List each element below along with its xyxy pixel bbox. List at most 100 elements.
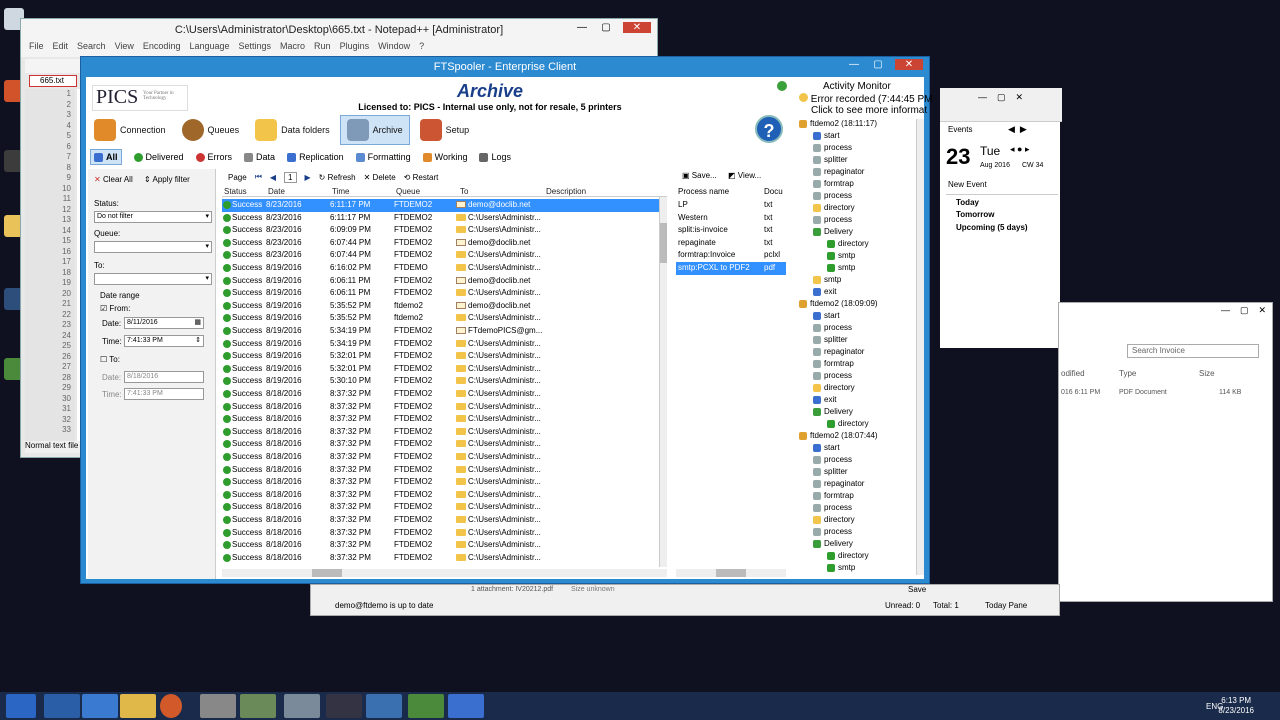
save-button[interactable]: ▣ Save... <box>682 171 717 180</box>
filter-working[interactable]: Working <box>422 149 467 165</box>
table-row[interactable]: Success 8/23/2016 6:07:44 PM FTDEMO2 demo@do… <box>222 237 659 250</box>
table-row[interactable]: Success 8/18/2016 8:37:32 PM FTDEMO2 C:\User… <box>222 552 659 565</box>
taskbar-notepadpp-icon[interactable] <box>408 694 444 718</box>
table-row[interactable]: Success 8/19/2016 5:32:01 PM FTDEMO2 C:\User… <box>222 363 659 376</box>
tree-node[interactable]: formtrap <box>813 491 854 500</box>
minimize-icon[interactable]: — <box>847 59 861 70</box>
menu-file[interactable]: File <box>29 41 44 51</box>
process-hscroll[interactable] <box>676 569 786 577</box>
tree-node[interactable]: smtp <box>813 275 841 284</box>
tree-node[interactable]: ftdemo2 (18:11:17) <box>799 119 877 128</box>
from-date-input[interactable]: 8/11/2016 ▦ <box>124 317 204 329</box>
taskbar-explorer-icon[interactable] <box>120 694 156 718</box>
new-event-button[interactable]: New Event <box>948 180 987 189</box>
from-checkbox[interactable]: ☑ From: <box>100 304 130 313</box>
filter-data[interactable]: Data <box>244 149 275 165</box>
page-next-icon[interactable]: ▶ <box>305 173 311 182</box>
to-checkbox[interactable]: ☐ To: <box>100 355 120 364</box>
tree-node[interactable]: process <box>813 371 852 380</box>
explorer-search-input[interactable]: Search Invoice <box>1127 344 1259 358</box>
tree-node[interactable]: process <box>813 191 852 200</box>
table-row[interactable]: Success 8/19/2016 5:35:52 PM ftdemo2 C:\User… <box>222 312 659 325</box>
table-row[interactable]: Success 8/19/2016 5:32:01 PM FTDEMO2 C:\User… <box>222 350 659 363</box>
minimize-icon[interactable]: — <box>575 22 589 33</box>
tree-node[interactable]: formtrap <box>813 179 854 188</box>
menu-help[interactable]: ? <box>419 41 424 51</box>
maximize-icon[interactable]: ▢ <box>997 92 1006 103</box>
col-to[interactable]: To <box>460 187 468 196</box>
close-icon[interactable]: ✕ <box>895 59 923 70</box>
menu-macro[interactable]: Macro <box>280 41 305 51</box>
close-icon[interactable]: ✕ <box>1258 305 1266 316</box>
taskbar-app-icon[interactable] <box>240 694 276 718</box>
view-button[interactable]: ◩ View... <box>728 171 761 180</box>
tree-node[interactable]: directory <box>813 203 855 212</box>
col-queue[interactable]: Queue <box>396 187 420 196</box>
taskbar-app-icon[interactable] <box>284 694 320 718</box>
maximize-icon[interactable]: ▢ <box>599 22 613 33</box>
today-pane-button[interactable]: Today Pane <box>985 601 1027 610</box>
page-prev-icon[interactable]: ◀ <box>270 173 276 182</box>
taskbar-powershell-icon[interactable] <box>82 694 118 718</box>
tree-node[interactable]: directory <box>813 383 855 392</box>
page-input[interactable]: 1 <box>284 171 297 183</box>
col-type[interactable]: Type <box>1119 369 1136 378</box>
tree-node[interactable]: smtp <box>827 251 855 260</box>
table-row[interactable]: Success 8/19/2016 5:35:52 PM ftdemo2 demo@do… <box>222 300 659 313</box>
table-row[interactable]: Success 8/18/2016 8:37:32 PM FTDEMO2 C:\User… <box>222 476 659 489</box>
to-select[interactable]: ▾ <box>94 273 212 285</box>
tree-node[interactable]: directory <box>827 419 869 428</box>
table-row[interactable]: Success 8/18/2016 8:37:32 PM FTDEMO2 C:\User… <box>222 451 659 464</box>
col-process-name[interactable]: Process name <box>678 187 729 196</box>
taskbar-firefox-icon[interactable] <box>160 694 182 718</box>
tree-node[interactable]: process <box>813 143 852 152</box>
tree-node[interactable]: directory <box>827 551 869 560</box>
maximize-icon[interactable]: ▢ <box>871 59 885 70</box>
tree-node[interactable]: ftdemo2 (18:09:09) <box>799 299 878 308</box>
table-row[interactable]: Success 8/18/2016 8:37:32 PM FTDEMO2 C:\User… <box>222 514 659 527</box>
table-row[interactable]: Success 8/18/2016 8:37:32 PM FTDEMO2 C:\User… <box>222 527 659 540</box>
filter-errors[interactable]: Errors <box>195 149 232 165</box>
menu-settings[interactable]: Settings <box>239 41 272 51</box>
taskbar-server-manager-icon[interactable] <box>44 694 80 718</box>
menu-window[interactable]: Window <box>378 41 410 51</box>
table-row[interactable]: Success 8/18/2016 8:37:32 PM FTDEMO2 C:\User… <box>222 401 659 414</box>
hscroll-thumb[interactable] <box>312 569 342 577</box>
taskbar-thunderbird-icon[interactable] <box>366 694 402 718</box>
upcoming-group[interactable]: Upcoming (5 days) <box>956 223 1028 232</box>
restart-button[interactable]: ⟲ Restart <box>404 173 439 182</box>
status-select[interactable]: Do not filter ▾ <box>94 211 212 223</box>
tree-node[interactable]: Delivery <box>813 407 853 416</box>
help-button[interactable]: ? <box>755 115 783 143</box>
filter-logs[interactable]: Logs <box>479 149 511 165</box>
page-first-icon[interactable]: ⏮ <box>255 172 262 182</box>
menu-run[interactable]: Run <box>314 41 331 51</box>
table-row[interactable]: Success 8/19/2016 6:06:11 PM FTDEMO2 demo@do… <box>222 275 659 288</box>
scroll-thumb[interactable] <box>660 223 667 263</box>
refresh-button[interactable]: ↻ Refresh <box>319 173 356 182</box>
menu-edit[interactable]: Edit <box>53 41 69 51</box>
monitor-scrollbar[interactable] <box>916 119 924 575</box>
tree-node[interactable]: process <box>813 323 852 332</box>
tree-node[interactable]: repaginator <box>813 479 864 488</box>
tree-node[interactable]: smtp <box>827 563 855 572</box>
tree-node[interactable]: exit <box>813 287 836 296</box>
table-row[interactable]: Success 8/18/2016 8:37:32 PM FTDEMO2 C:\User… <box>222 489 659 502</box>
start-button[interactable] <box>6 694 36 718</box>
table-row[interactable]: Success 8/23/2016 6:07:44 PM FTDEMO2 C:\User… <box>222 249 659 262</box>
close-icon[interactable]: ✕ <box>1016 92 1024 103</box>
table-row[interactable]: Success 8/19/2016 5:34:19 PM FTDEMO2 FTdemoP… <box>222 325 659 338</box>
filter-replication[interactable]: Replication <box>287 149 344 165</box>
table-row[interactable]: Success 8/18/2016 8:37:32 PM FTDEMO2 C:\User… <box>222 426 659 439</box>
taskbar-app-icon[interactable] <box>326 694 362 718</box>
grid-scrollbar[interactable] <box>659 197 667 567</box>
grid-hscroll[interactable] <box>222 569 667 577</box>
table-row[interactable]: Success 8/19/2016 6:06:11 PM FTDEMO2 C:\User… <box>222 287 659 300</box>
process-row[interactable]: LP txt <box>676 199 786 212</box>
tree-node[interactable]: process <box>813 455 852 464</box>
menu-search[interactable]: Search <box>77 41 106 51</box>
delete-button[interactable]: ✕ Delete <box>364 173 396 182</box>
tree-node[interactable]: splitter <box>813 335 848 344</box>
tree-node[interactable]: start <box>813 443 840 452</box>
menu-view[interactable]: View <box>115 41 134 51</box>
